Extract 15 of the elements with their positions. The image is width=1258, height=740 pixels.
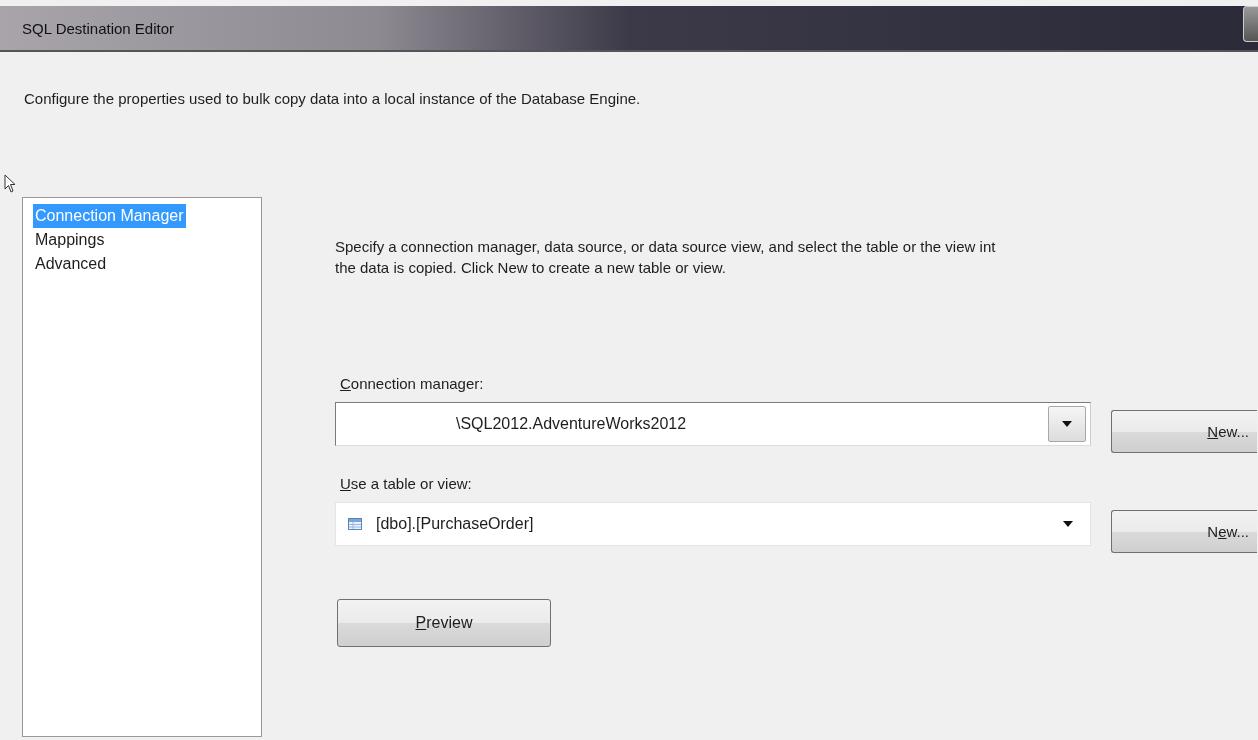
table-icon xyxy=(348,518,362,530)
window-title: SQL Destination Editor xyxy=(22,19,175,37)
field-label: Use a table or view: xyxy=(340,475,473,492)
preview-button[interactable]: Preview xyxy=(337,599,551,647)
dropdown-field[interactable]: [dbo].[PurchaseOrder] xyxy=(335,502,1091,546)
new-button[interactable]: New... xyxy=(1111,510,1257,553)
sidebar-item[interactable]: Mappings xyxy=(33,228,107,252)
new-button[interactable]: New... xyxy=(1111,410,1257,453)
dropdown-field[interactable]: \SQL2012.AdventureWorks2012 xyxy=(335,402,1091,446)
description-text: Configure the properties used to bulk copy data into a local instance of the Database Engine. xyxy=(23,89,642,109)
instructions-text: Specify a connection manager, data source, or data source view, and select the table or the view int the data is copied. Click New to create a new table or view. xyxy=(335,237,997,278)
sidebar-item[interactable]: Advanced xyxy=(33,252,109,276)
field-label: Connection manager: xyxy=(340,375,485,392)
cursor-icon xyxy=(4,174,18,194)
window-button[interactable] xyxy=(1243,6,1258,42)
